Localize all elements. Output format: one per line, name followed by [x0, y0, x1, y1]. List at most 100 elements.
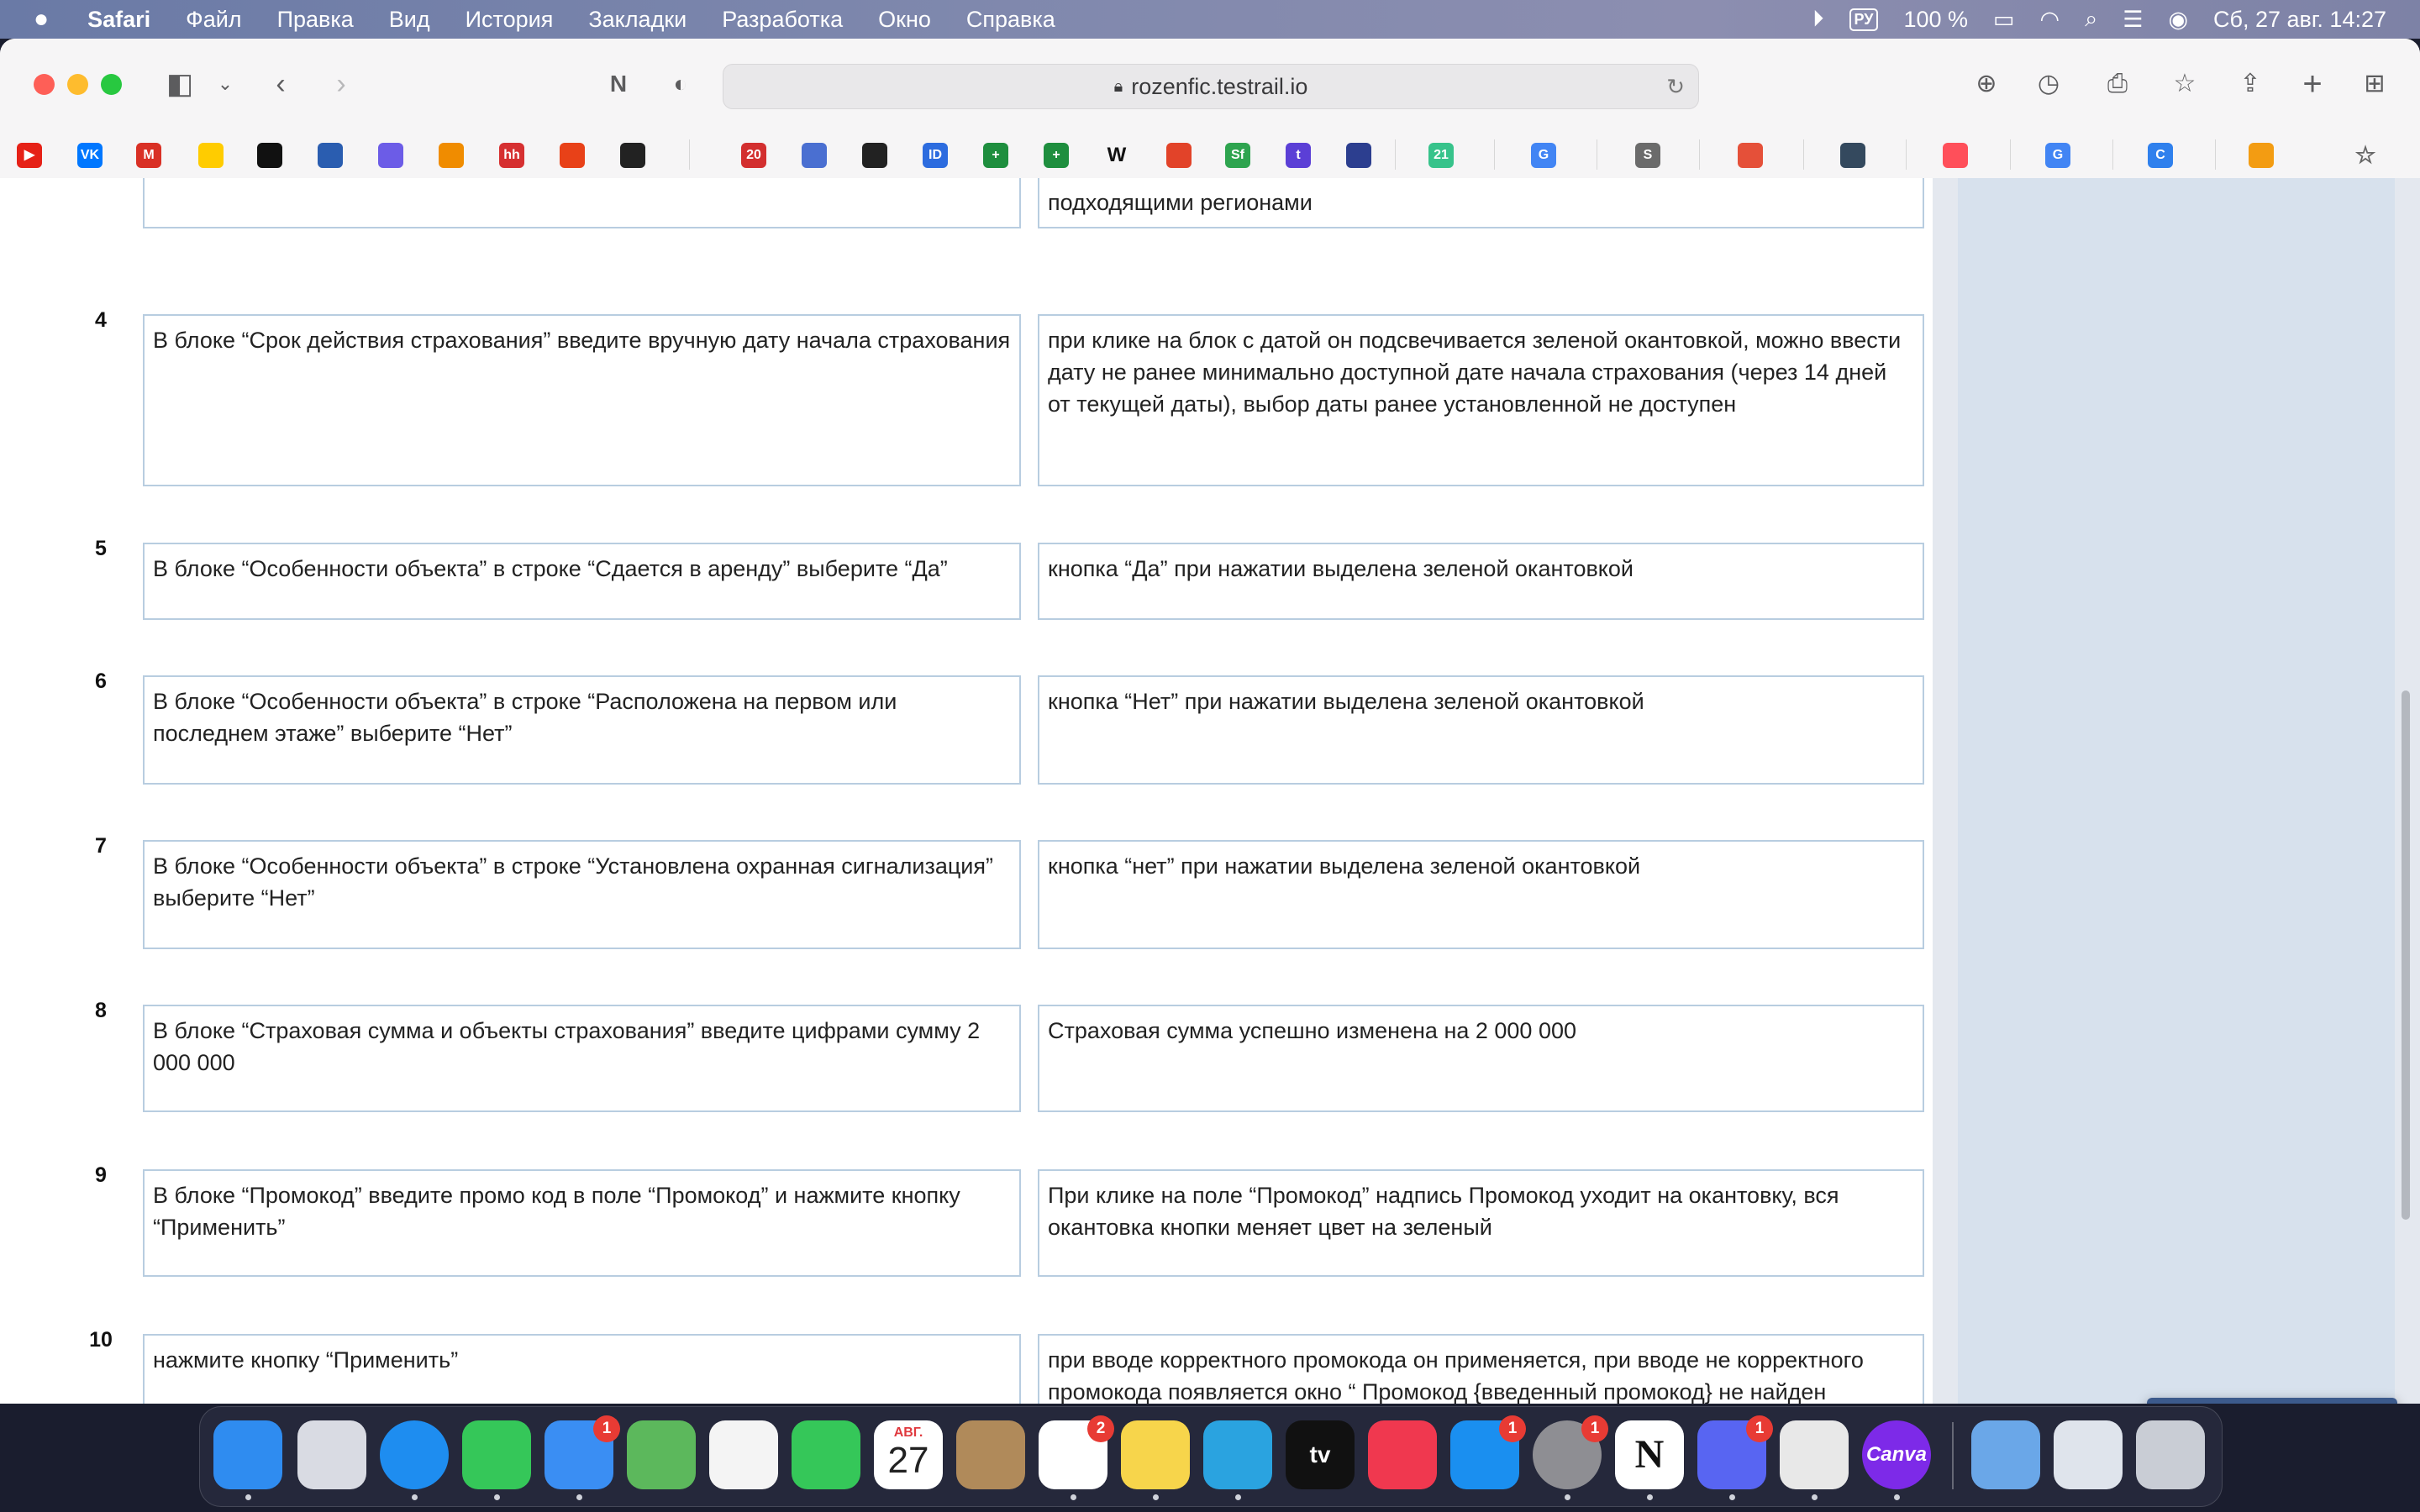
- dock-telegram-icon[interactable]: [1203, 1420, 1272, 1489]
- bookmark-rocket-icon[interactable]: [318, 143, 343, 168]
- dock-calendar-icon[interactable]: АВГ. 27: [874, 1420, 943, 1489]
- bookmark-yandex-icon[interactable]: [198, 143, 224, 168]
- bookmark-dots-icon[interactable]: [378, 143, 403, 168]
- step-expected-field[interactable]: подходящими регионами: [1038, 178, 1924, 228]
- step-action-field[interactable]: В блоке “Промокод” введите промо код в п…: [143, 1169, 1021, 1277]
- step-action-field[interactable]: В блоке “Особенности объекта” в строке “…: [143, 675, 1021, 785]
- screenshot-thumbnail[interactable]: [2147, 1398, 2397, 1404]
- bookmark-youtube-icon[interactable]: ▶: [17, 143, 42, 168]
- bookmark-loop-icon[interactable]: [1943, 143, 1968, 168]
- dock-messages-icon[interactable]: [462, 1420, 531, 1489]
- sidebar-icon[interactable]: ◧: [160, 64, 200, 104]
- bookmark-dark-icon[interactable]: [257, 143, 282, 168]
- bookmark-send-icon[interactable]: [560, 143, 585, 168]
- apple-menu-icon[interactable]: ●: [34, 5, 49, 34]
- bookmark-book-icon[interactable]: [1840, 143, 1865, 168]
- bookmark-sheets-1-icon[interactable]: +: [983, 143, 1008, 168]
- new-tab-icon[interactable]: +: [2292, 64, 2333, 104]
- input-language[interactable]: РУ: [1849, 8, 1879, 31]
- bookmark-google-2-icon[interactable]: G: [2045, 143, 2070, 168]
- downloads-icon[interactable]: ⊕: [1966, 64, 2007, 104]
- battery-percent[interactable]: 100 %: [1903, 7, 1968, 33]
- menu-file[interactable]: Файл: [186, 7, 241, 33]
- minimize-button[interactable]: [67, 74, 88, 95]
- bookmark-sheets-2-icon[interactable]: +: [1044, 143, 1069, 168]
- dock-launchpad-icon[interactable]: [297, 1420, 366, 1489]
- battery-icon[interactable]: ▭: [1993, 7, 2015, 33]
- close-button[interactable]: [34, 74, 55, 95]
- clock[interactable]: Сб, 27 авг. 14:27: [2213, 7, 2386, 33]
- bookmark-gmail-icon[interactable]: M: [136, 143, 161, 168]
- dock-reminders-icon[interactable]: 2: [1039, 1415, 1114, 1489]
- chevron-down-icon[interactable]: ⌄: [205, 64, 245, 104]
- step-expected-field[interactable]: при клике на блок с датой он подсвечивае…: [1038, 314, 1924, 486]
- menu-view[interactable]: Вид: [389, 7, 430, 33]
- bookmark-wiki-icon[interactable]: W: [1104, 143, 1129, 168]
- dock-facetime-icon[interactable]: [792, 1420, 860, 1489]
- dock-mail-icon[interactable]: 1: [544, 1415, 620, 1489]
- siri-icon[interactable]: ◉: [2168, 7, 2188, 33]
- bookmark-google-1-icon[interactable]: G: [1531, 143, 1556, 168]
- dock-tv-icon[interactable]: tv: [1286, 1420, 1355, 1489]
- bookmark-21-icon[interactable]: 21: [1428, 143, 1454, 168]
- bookmark-flag-icon[interactable]: [802, 143, 827, 168]
- bookmark-gitlab-icon[interactable]: [1166, 143, 1192, 168]
- address-bar[interactable]: 🔒︎ rozenfic.testrail.io ↻: [723, 64, 1699, 109]
- wifi-icon[interactable]: ◠: [2040, 7, 2060, 33]
- dock-screenshot-icon[interactable]: [2054, 1420, 2123, 1489]
- step-action-field[interactable]: В блоке “Страховая сумма и объекты страх…: [143, 1005, 1021, 1112]
- dock-notes-icon[interactable]: [1121, 1420, 1190, 1489]
- bookmark-s-icon[interactable]: S: [1635, 143, 1660, 168]
- dock-canva-icon[interactable]: Canva: [1862, 1420, 1931, 1489]
- app-menu[interactable]: Safari: [87, 7, 150, 33]
- dock-system-settings-icon[interactable]: 1: [1533, 1415, 1608, 1489]
- dock-vpn-icon[interactable]: [1780, 1420, 1849, 1489]
- privacy-shield-icon[interactable]: ◐: [660, 64, 701, 104]
- zoom-button[interactable]: [101, 74, 122, 95]
- dock-photos-icon[interactable]: [709, 1420, 778, 1489]
- menu-edit[interactable]: Правка: [277, 7, 354, 33]
- favorites-star-icon[interactable]: ☆: [2165, 64, 2205, 104]
- step-expected-field[interactable]: при вводе корректного промокода он приме…: [1038, 1334, 1924, 1404]
- reload-icon[interactable]: ↻: [1666, 74, 1685, 100]
- menu-history[interactable]: История: [466, 7, 554, 33]
- bookmarks-star-icon[interactable]: ☆: [2353, 143, 2378, 168]
- bookmark-id-icon[interactable]: ID: [923, 143, 948, 168]
- forward-icon[interactable]: ›: [321, 64, 361, 104]
- dock-discord-icon[interactable]: 1: [1697, 1415, 1773, 1489]
- step-expected-field[interactable]: При клике на поле “Промокод” надпись Про…: [1038, 1169, 1924, 1277]
- dock-safari-icon[interactable]: [380, 1420, 449, 1489]
- dock-finder-icon[interactable]: [213, 1420, 282, 1489]
- back-icon[interactable]: ‹: [260, 64, 301, 104]
- bookmark-t-icon[interactable]: t: [1286, 143, 1311, 168]
- share-icon[interactable]: ⇪: [2230, 64, 2270, 104]
- scrollbar[interactable]: [2402, 690, 2410, 1220]
- bookmark-hh-icon[interactable]: hh: [499, 143, 524, 168]
- bookmark-sf-icon[interactable]: Sf: [1225, 143, 1250, 168]
- bookmark-monkey-icon[interactable]: [439, 143, 464, 168]
- control-center-icon[interactable]: ☰: [2123, 7, 2143, 33]
- bookmark-grid-icon[interactable]: [1346, 143, 1371, 168]
- step-expected-field[interactable]: кнопка “Да” при нажатии выделена зеленой…: [1038, 543, 1924, 620]
- print-icon[interactable]: ⎙: [2097, 64, 2138, 104]
- bookmark-2035-icon[interactable]: 20: [741, 143, 766, 168]
- bookmark-pill-icon[interactable]: [620, 143, 645, 168]
- history-icon[interactable]: ◷: [2028, 64, 2069, 104]
- step-action-field[interactable]: нажмите кнопку “Применить”: [143, 1334, 1021, 1404]
- dock-contacts-icon[interactable]: [956, 1420, 1025, 1489]
- dock-notion-icon[interactable]: N: [1615, 1420, 1684, 1489]
- step-action-field[interactable]: В блоке “Срок действия страхования” введ…: [143, 314, 1021, 486]
- notion-extension-icon[interactable]: N: [598, 64, 639, 104]
- dock-trash-icon[interactable]: [2136, 1420, 2205, 1489]
- dock-app-store-icon[interactable]: 1: [1450, 1415, 1526, 1489]
- bookmark-c-icon[interactable]: C: [2148, 143, 2173, 168]
- step-action-field[interactable]: В блоке “Особенности объекта” в строке “…: [143, 840, 1021, 949]
- menu-window[interactable]: Окно: [878, 7, 931, 33]
- bookmark-bug-icon[interactable]: [862, 143, 887, 168]
- dock-downloads-icon[interactable]: [1971, 1420, 2040, 1489]
- menu-bookmarks[interactable]: Закладки: [588, 7, 687, 33]
- bookmark-vk-icon[interactable]: VK: [77, 143, 103, 168]
- dock-maps-icon[interactable]: [627, 1420, 696, 1489]
- step-expected-field[interactable]: Страховая сумма успешно изменена на 2 00…: [1038, 1005, 1924, 1112]
- bookmark-arrow-icon[interactable]: [1738, 143, 1763, 168]
